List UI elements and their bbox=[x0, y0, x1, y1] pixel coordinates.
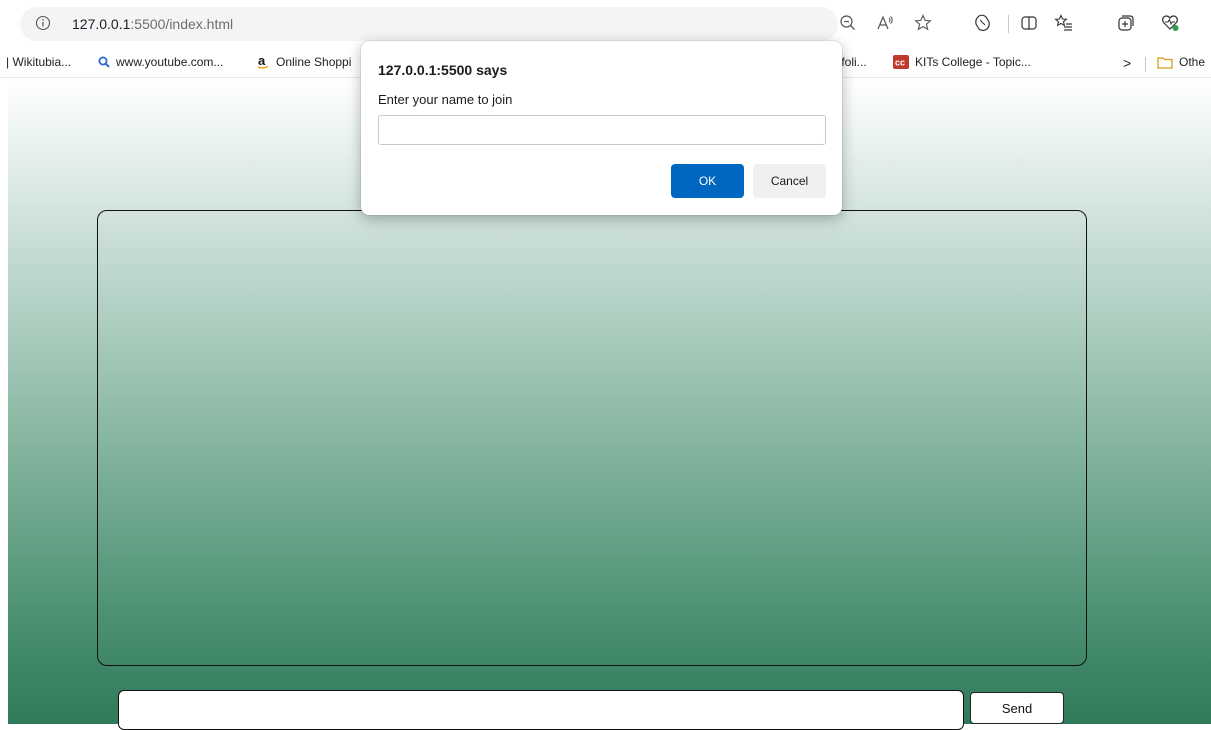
url-host: 127.0.0.1 bbox=[72, 16, 131, 32]
dialog-title: 127.0.0.1:5500 says bbox=[378, 62, 508, 78]
copilot-icon[interactable] bbox=[973, 13, 993, 33]
amazon-icon: a bbox=[257, 55, 269, 69]
folder-icon bbox=[1157, 56, 1173, 69]
name-input[interactable] bbox=[378, 115, 826, 145]
chat-messages-area[interactable] bbox=[97, 210, 1087, 666]
bookmark-label: tfoli... bbox=[838, 55, 867, 69]
bookmark-label: KITs College - Topic... bbox=[915, 55, 1031, 69]
bookmark-youtube[interactable]: www.youtube.com... bbox=[98, 55, 223, 69]
ok-button[interactable]: OK bbox=[671, 164, 744, 198]
bookmark-label: Othe bbox=[1179, 55, 1206, 69]
cancel-button[interactable]: Cancel bbox=[753, 164, 826, 198]
bookmarks-separator bbox=[1145, 57, 1146, 72]
bookmark-label: | Wikitubia... bbox=[6, 55, 72, 69]
bookmarks-overflow-button[interactable]: > bbox=[1123, 55, 1131, 71]
search-icon bbox=[98, 56, 110, 68]
url-path: :5500/index.html bbox=[130, 16, 234, 32]
bookmark-portfolio[interactable]: tfoli... bbox=[838, 55, 867, 69]
split-screen-icon[interactable] bbox=[1019, 13, 1039, 33]
bookmark-other-folder[interactable]: Othe bbox=[1157, 55, 1205, 69]
browser-essentials-icon[interactable] bbox=[1160, 13, 1180, 33]
toolbar-separator bbox=[1008, 15, 1009, 33]
bookmark-label: www.youtube.com... bbox=[116, 55, 224, 69]
send-button[interactable]: Send bbox=[970, 692, 1064, 724]
dialog-message: Enter your name to join bbox=[378, 92, 513, 107]
svg-text:a: a bbox=[258, 55, 266, 68]
favorite-star-icon[interactable] bbox=[913, 13, 933, 33]
bookmark-wikitubia[interactable]: | Wikitubia... bbox=[6, 55, 71, 69]
bookmark-label: Online Shoppi bbox=[276, 55, 352, 69]
bookmark-kits-college[interactable]: cc KITs College - Topic... bbox=[893, 55, 1031, 69]
address-bar[interactable]: 127.0.0.1:5500/index.html bbox=[20, 7, 838, 41]
favorites-list-icon[interactable] bbox=[1054, 13, 1074, 33]
cc-icon: cc bbox=[893, 55, 909, 69]
url-text[interactable]: 127.0.0.1:5500/index.html bbox=[72, 16, 233, 32]
chevron-right-icon: > bbox=[1123, 55, 1132, 71]
collections-icon[interactable] bbox=[1116, 13, 1136, 33]
bookmark-amazon[interactable]: a Online Shoppi bbox=[257, 55, 351, 69]
prompt-dialog: 127.0.0.1:5500 says Enter your name to j… bbox=[361, 41, 842, 215]
message-input[interactable] bbox=[118, 690, 964, 730]
svg-text:cc: cc bbox=[895, 58, 905, 68]
read-aloud-icon[interactable] bbox=[875, 13, 895, 33]
info-icon[interactable] bbox=[35, 15, 51, 31]
zoom-out-icon[interactable] bbox=[838, 13, 858, 33]
